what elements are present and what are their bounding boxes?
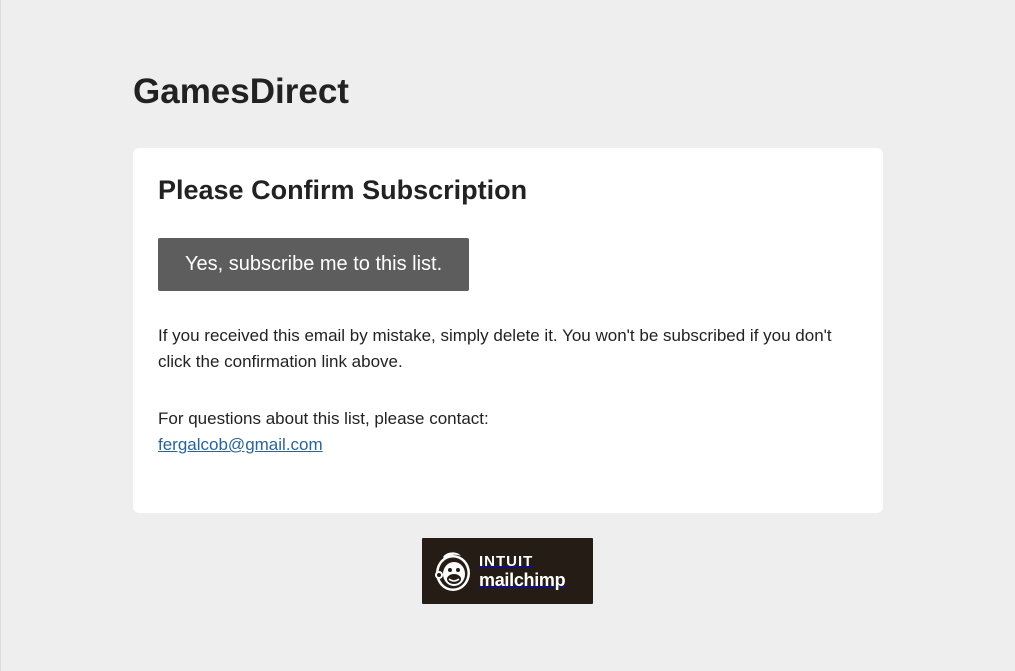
card-title: Please Confirm Subscription [158, 175, 528, 205]
badge-intuit-label: INTUIT [479, 552, 534, 570]
freddie-chimp-icon [435, 552, 470, 591]
mailchimp-badge[interactable]: INTUIT mailchimp [422, 538, 593, 604]
confirm-card: Please Confirm Subscription Yes, subscri… [133, 148, 883, 513]
badge-text: INTUIT mailchimp [479, 552, 566, 590]
contact-label: For questions about this list, please co… [158, 409, 489, 428]
contact-email-link[interactable]: fergalcob@gmail.com [158, 435, 323, 454]
brand-title: GamesDirect [133, 72, 349, 111]
mistake-notice: If you received this email by mistake, s… [158, 326, 832, 371]
badge-mailchimp-label: mailchimp [479, 569, 566, 590]
subscribe-confirm-button[interactable]: Yes, subscribe me to this list. [158, 238, 470, 291]
contact-notice: For questions about this list, please co… [158, 406, 858, 458]
page: GamesDirect Please Confirm Subscription … [0, 0, 1015, 671]
